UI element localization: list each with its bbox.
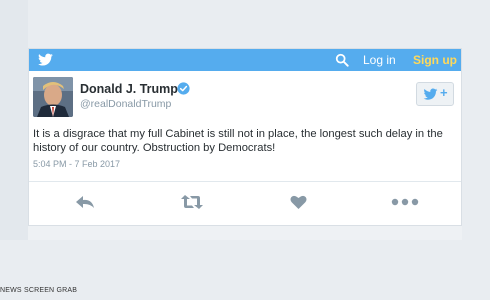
top-bar: Log in Sign up (29, 49, 461, 71)
tweet-card: Log in Sign up Donald J. Trump @realDona… (28, 48, 462, 226)
tweet-actions (29, 181, 461, 222)
author-handle[interactable]: @realDonaldTrump (80, 98, 171, 110)
profile-photo (33, 77, 73, 117)
twitter-bird-icon[interactable] (37, 52, 54, 68)
follow-plus: + (440, 85, 448, 100)
tweet-text: It is a disgrace that my full Cabinet is… (33, 128, 443, 154)
tweet-timestamp[interactable]: 5:04 PM - 7 Feb 2017 (33, 159, 120, 169)
login-link[interactable]: Log in (363, 53, 396, 67)
bird-add-icon (423, 88, 438, 100)
follow-button[interactable]: + (416, 82, 454, 106)
search-icon[interactable] (335, 53, 349, 67)
background-panel (0, 0, 28, 240)
watermark-label: NEWS SCREEN GRAB (0, 287, 78, 294)
card-footer-strip (28, 226, 462, 240)
more-icon[interactable] (391, 194, 419, 210)
retweet-icon[interactable] (180, 194, 204, 210)
verified-badge-icon (177, 82, 190, 95)
author-name[interactable]: Donald J. Trump (80, 82, 178, 96)
avatar[interactable] (33, 77, 73, 117)
reply-icon[interactable] (75, 194, 95, 210)
like-icon[interactable] (290, 194, 307, 210)
signup-link[interactable]: Sign up (413, 53, 457, 67)
